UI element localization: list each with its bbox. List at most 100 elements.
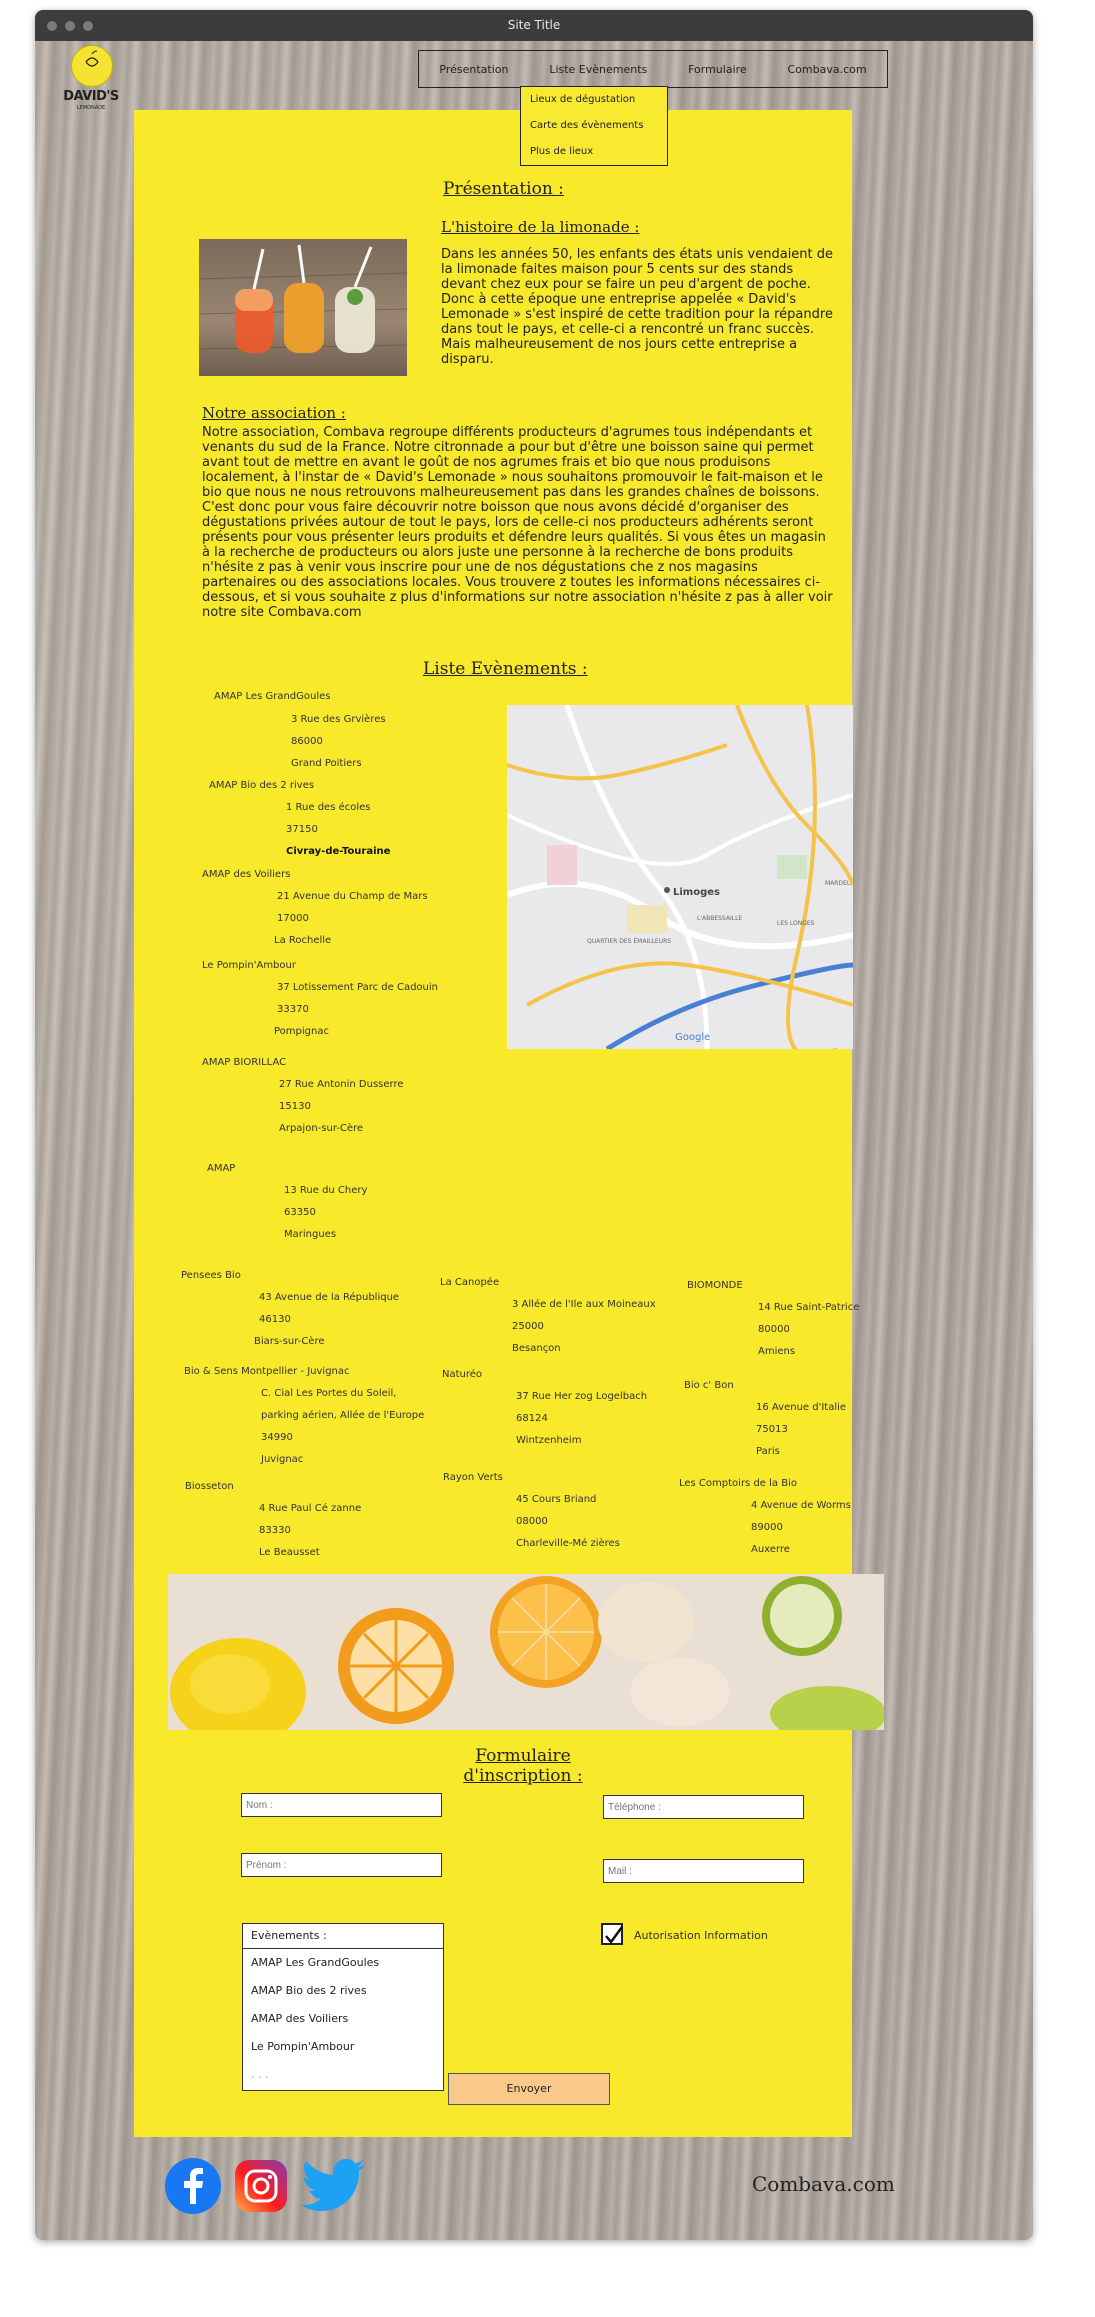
nav-dropdown-menu: Lieux de dégustation Carte des évènement… — [520, 86, 668, 166]
partner-city: Charleville-Mé zières — [516, 1538, 620, 1549]
partner-street: C. Cial Les Portes du Soleil, — [261, 1388, 397, 1399]
map-district-label: L'ABBESSAILLE — [697, 915, 742, 922]
event-street: 37 Lotissement Parc de Cadouin — [277, 982, 439, 993]
dropdown-item-carte[interactable]: Carte des évènements — [521, 113, 667, 139]
partner-zip: 80000 — [758, 1324, 790, 1335]
map-district-label: LES LONGES — [777, 920, 815, 927]
partner-zip: 25000 — [512, 1321, 544, 1332]
association-text: Notre association, Combava regroupe diff… — [202, 425, 833, 620]
partner-zip: 89000 — [751, 1522, 783, 1533]
partner-zip: 83330 — [259, 1525, 291, 1536]
partner-city: Paris — [756, 1446, 780, 1457]
events-map[interactable]: Limoges QUARTIER DES ÉMAILLEURS L'ABBESS… — [507, 705, 853, 1049]
lemonade-photo — [198, 239, 408, 376]
nav-item-formulaire[interactable]: Formulaire — [688, 63, 747, 76]
event-city: Grand Poitiers — [291, 758, 362, 769]
twitter-icon[interactable] — [300, 2158, 366, 2214]
partner-name: Bio c' Bon — [684, 1380, 734, 1391]
event-zip: 33370 — [277, 1004, 309, 1015]
listbox-option[interactable]: AMAP des Voiliers — [243, 2005, 443, 2033]
checkmark-icon — [605, 1926, 624, 1945]
partner-city: Juvignac — [261, 1454, 304, 1465]
partner-zip: 08000 — [516, 1516, 548, 1527]
event-zip: 17000 — [277, 913, 309, 924]
partner-city: Amiens — [758, 1346, 796, 1357]
davids-logo[interactable]: DAVID'S LEMONADE — [58, 45, 124, 115]
events-listbox[interactable]: Evènements : AMAP Les GrandGoules AMAP B… — [242, 1923, 444, 2091]
nav-item-presentation[interactable]: Présentation — [439, 63, 508, 76]
partner-street: 3 Allée de l'Ile aux Moineaux — [512, 1299, 656, 1310]
event-zip: 86000 — [291, 736, 323, 747]
event-street: 13 Rue du Chery — [284, 1185, 368, 1196]
telephone-field[interactable] — [603, 1795, 804, 1819]
partner-name: La Canopée — [440, 1277, 500, 1288]
event-name: AMAP Bio des 2 rives — [209, 780, 315, 791]
listbox-option[interactable]: AMAP Les GrandGoules — [243, 1949, 443, 1977]
nav-item-evenements[interactable]: Liste Evènements — [549, 63, 647, 76]
logo-text: DAVID'S — [63, 89, 119, 104]
nom-field[interactable] — [241, 1793, 442, 1817]
dropdown-item-plus-lieux[interactable]: Plus de lieux — [521, 139, 667, 165]
citrus-banner-image — [168, 1574, 884, 1730]
history-text: Dans les années 50, les enfants des état… — [441, 247, 834, 367]
lemon-logo-icon — [71, 45, 113, 87]
partner-name: Les Comptoirs de la Bio — [679, 1478, 797, 1489]
event-street: 1 Rue des écoles — [286, 802, 371, 813]
partner-street: 4 Avenue de Worms — [751, 1500, 851, 1511]
envoyer-button[interactable]: Envoyer — [448, 2073, 610, 2105]
partner-name: Naturéo — [442, 1369, 483, 1380]
listbox-option[interactable]: Le Pompin'Ambour — [243, 2033, 443, 2061]
partner-street: 4 Rue Paul Cé zanne — [259, 1503, 362, 1514]
presentation-title: Présentation : — [443, 179, 564, 199]
map-district-label: QUARTIER DES ÉMAILLEURS — [587, 937, 671, 945]
title-bar: Site Title — [35, 10, 1033, 41]
partner-city: Biars-sur-Cère — [254, 1336, 325, 1347]
event-name: AMAP des Voiliers — [202, 869, 291, 880]
partner-city: Besançon — [512, 1343, 561, 1354]
event-city: Arpajon-sur-Cère — [279, 1123, 364, 1134]
event-name: AMAP BIORILLAC — [202, 1057, 287, 1068]
partner-zip: 75013 — [756, 1424, 788, 1435]
partner-street2: parking aérien, Allée de l'Europe — [261, 1410, 425, 1421]
partner-city: Auxerre — [751, 1544, 790, 1555]
partner-street: 14 Rue Saint-Patrice — [758, 1302, 860, 1313]
partner-street: 16 Avenue d'Italie — [756, 1402, 847, 1413]
history-title: L'histoire de la limonade : — [441, 218, 640, 236]
mail-field[interactable] — [603, 1859, 804, 1883]
partner-zip: 68124 — [516, 1413, 548, 1424]
partner-city: Le Beausset — [259, 1547, 320, 1558]
dropdown-item-degustation[interactable]: Lieux de dégustation — [521, 87, 667, 113]
partner-street: 45 Cours Briand — [516, 1494, 597, 1505]
autorisation-label: Autorisation Information — [634, 1929, 768, 1942]
footer-brand[interactable]: Combava.com — [752, 2172, 895, 2196]
event-zip: 15130 — [279, 1101, 311, 1112]
event-street: 3 Rue des Grvières — [291, 714, 386, 725]
partner-city: Wintzenheim — [516, 1435, 582, 1446]
autorisation-checkbox[interactable] — [601, 1923, 624, 1945]
listbox-label: Evènements : — [243, 1924, 443, 1949]
event-city: Civray-de-Touraine — [286, 846, 391, 857]
event-name: Le Pompin'Ambour — [202, 960, 296, 971]
event-street: 27 Rue Antonin Dusserre — [279, 1079, 404, 1090]
facebook-icon[interactable] — [165, 2158, 221, 2214]
partner-name: Pensees Bio — [181, 1270, 241, 1281]
partner-zip: 34990 — [261, 1432, 293, 1443]
partner-name: Rayon Verts — [443, 1472, 503, 1483]
listbox-option[interactable]: AMAP Bio des 2 rives — [243, 1977, 443, 2005]
event-name: AMAP — [207, 1163, 236, 1174]
map-city-label: Limoges — [673, 887, 720, 898]
event-zip: 63350 — [284, 1207, 316, 1218]
association-title: Notre association : — [202, 404, 346, 422]
instagram-icon[interactable] — [235, 2160, 287, 2212]
event-zip: 37150 — [286, 824, 318, 835]
form-title-line1: Formulaire — [475, 1746, 571, 1766]
nav-item-combava[interactable]: Combava.com — [788, 63, 867, 76]
event-street: 21 Avenue du Champ de Mars — [277, 891, 428, 902]
event-city: Pompignac — [274, 1026, 329, 1037]
listbox-option-more: . . . — [251, 2068, 269, 2081]
event-name: AMAP Les GrandGoules — [214, 691, 331, 702]
main-nav: Présentation Liste Evènements Formulaire… — [418, 50, 888, 88]
partner-street: 43 Avenue de la République — [259, 1292, 400, 1303]
prenom-field[interactable] — [241, 1853, 442, 1877]
event-city: La Rochelle — [274, 935, 332, 946]
